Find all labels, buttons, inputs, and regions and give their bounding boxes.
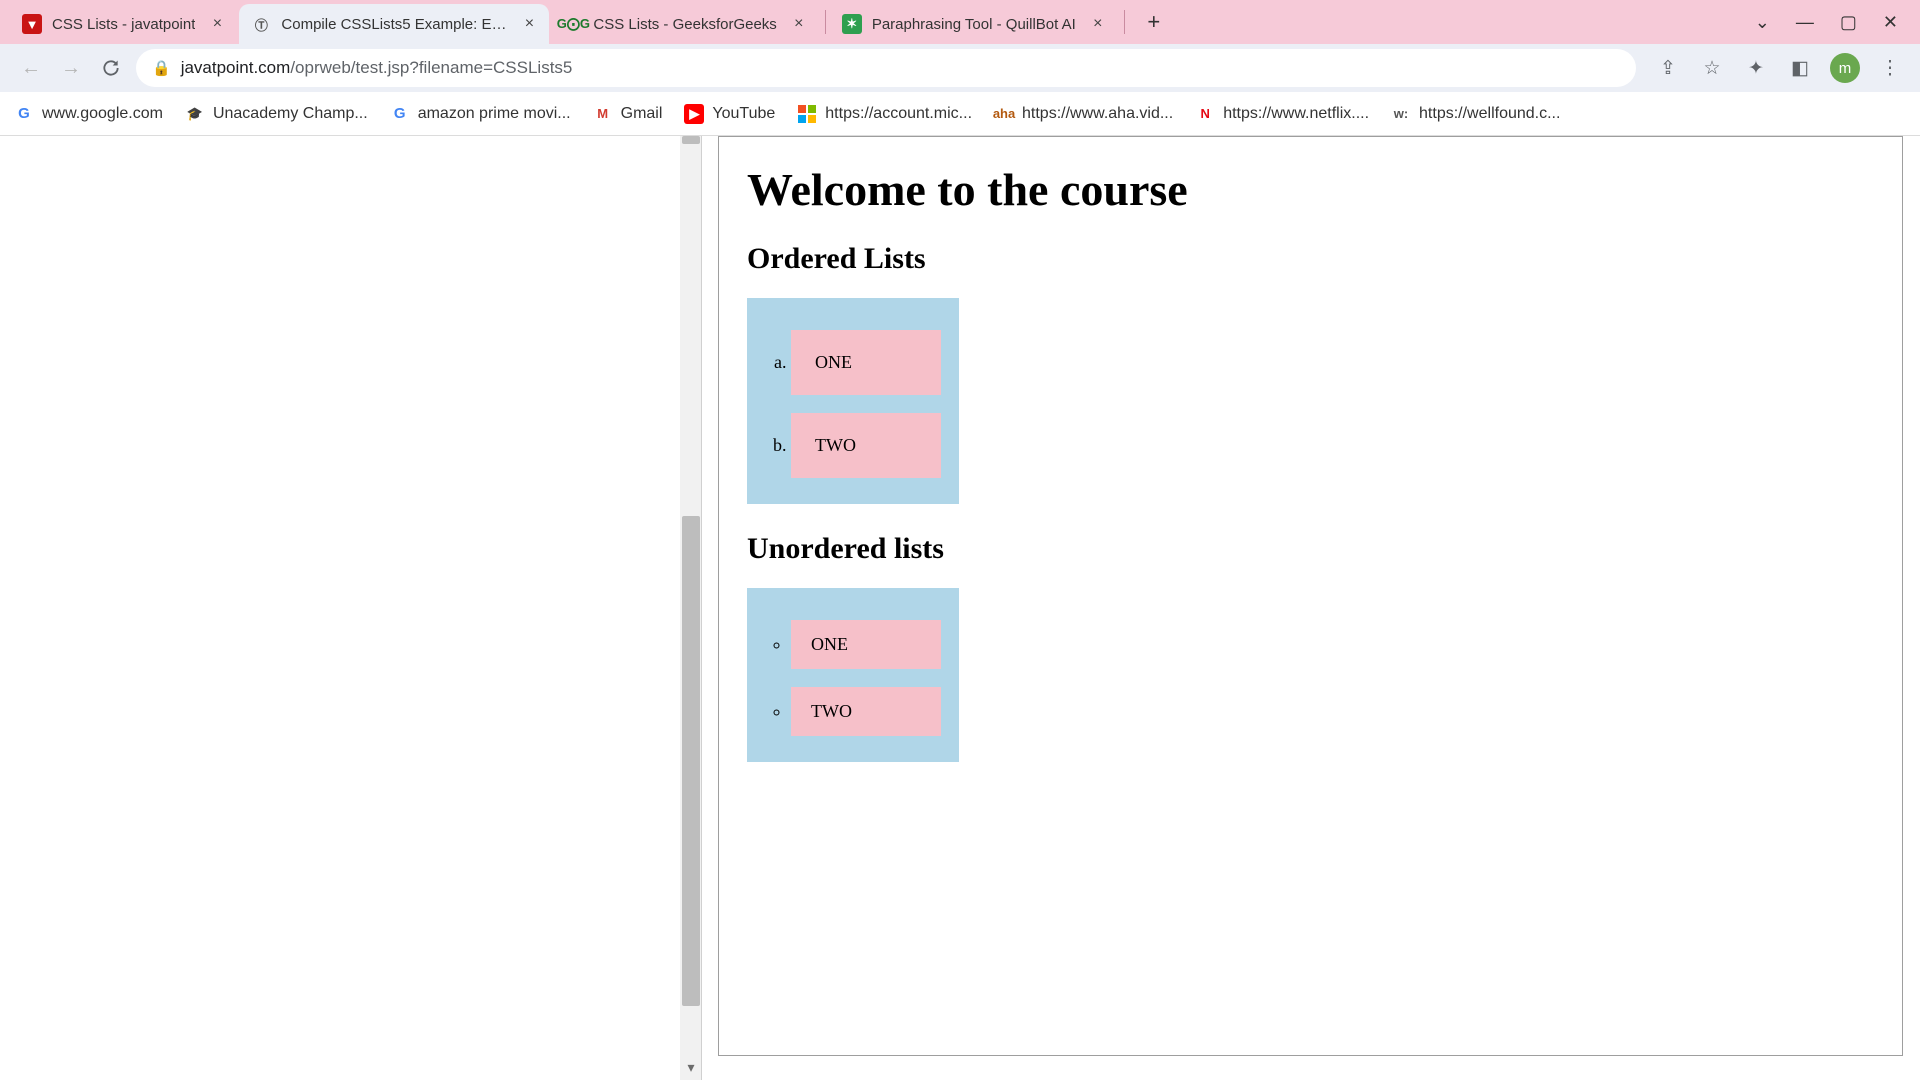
bookmark-microsoft-account[interactable]: https://account.mic... xyxy=(797,104,972,124)
address-bar: ← → 🔒 javatpoint.com/oprweb/test.jsp?fil… xyxy=(0,44,1920,92)
unordered-list-box: ONE TWO xyxy=(747,588,959,762)
bookmark-label: https://account.mic... xyxy=(825,105,972,123)
netflix-icon: N xyxy=(1195,104,1215,124)
wellfound-icon: w: xyxy=(1391,104,1411,124)
tab-title: CSS Lists - javatpoint xyxy=(52,16,195,33)
close-icon[interactable]: × xyxy=(521,16,537,32)
reload-button[interactable] xyxy=(96,53,126,83)
bookmark-youtube[interactable]: ▶ YouTube xyxy=(684,104,775,124)
extensions-icon[interactable]: ✦ xyxy=(1742,54,1770,82)
unacademy-icon: 🎓 xyxy=(185,104,205,124)
microsoft-icon xyxy=(797,104,817,124)
page-heading: Welcome to the course xyxy=(747,163,1874,216)
minimize-icon[interactable]: ― xyxy=(1796,12,1814,33)
geeksforgeeks-icon: G⨀G xyxy=(563,14,583,34)
quillbot-icon: ✶ xyxy=(842,14,862,34)
tab-css-lists-gfg[interactable]: G⨀G CSS Lists - GeeksforGeeks × xyxy=(551,4,818,44)
window-controls: ⌄ ― ▢ ✕ xyxy=(1733,0,1920,44)
close-icon[interactable]: × xyxy=(209,16,225,32)
bookmark-amazon-prime[interactable]: G amazon prime movi... xyxy=(390,104,571,124)
scroll-down-icon[interactable]: ▾ xyxy=(680,1059,702,1076)
side-panel-icon[interactable]: ◧ xyxy=(1786,54,1814,82)
browser-tab-strip: ▼ CSS Lists - javatpoint × Ⓣ Compile CSS… xyxy=(0,0,1920,44)
ordered-list: ONE TWO xyxy=(765,330,941,478)
bookmark-gmail[interactable]: M Gmail xyxy=(593,104,663,124)
url-path: /oprweb/test.jsp?filename=CSSLists5 xyxy=(290,58,572,77)
profile-avatar[interactable]: m xyxy=(1830,53,1860,83)
bookmark-wellfound[interactable]: w: https://wellfound.c... xyxy=(1391,104,1560,124)
tab-title: CSS Lists - GeeksforGeeks xyxy=(593,16,776,33)
bookmark-label: www.google.com xyxy=(42,105,163,123)
reload-icon xyxy=(101,58,121,78)
tab-separator xyxy=(825,10,826,34)
bookmark-label: YouTube xyxy=(712,105,775,123)
bookmark-label: https://www.aha.vid... xyxy=(1022,105,1173,123)
aha-icon: aha xyxy=(994,104,1014,124)
scroll-marker xyxy=(682,136,700,144)
bookmark-google[interactable]: G www.google.com xyxy=(14,104,163,124)
google-icon: G xyxy=(390,104,410,124)
forward-button[interactable]: → xyxy=(56,53,86,83)
bookmarks-bar: G www.google.com 🎓 Unacademy Champ... G … xyxy=(0,92,1920,136)
list-item: ONE xyxy=(791,330,941,395)
unordered-list: ONE TWO xyxy=(765,620,941,736)
maximize-icon[interactable]: ▢ xyxy=(1840,12,1857,33)
url-input[interactable]: 🔒 javatpoint.com/oprweb/test.jsp?filenam… xyxy=(136,49,1636,87)
list-item: ONE xyxy=(791,620,941,669)
ordered-lists-heading: Ordered Lists xyxy=(747,242,1874,276)
tab-compile-csslists5[interactable]: Ⓣ Compile CSSLists5 Example: Edit… × xyxy=(239,4,549,44)
bookmark-star-icon[interactable]: ☆ xyxy=(1698,54,1726,82)
bookmark-label: https://www.netflix.... xyxy=(1223,105,1369,123)
output-preview-frame: Welcome to the course Ordered Lists ONE … xyxy=(718,136,1903,1056)
editor-scrollbar[interactable]: ▾ xyxy=(680,136,702,1080)
tab-css-lists-javatpoint[interactable]: ▼ CSS Lists - javatpoint × xyxy=(10,4,237,44)
bookmark-label: Unacademy Champ... xyxy=(213,105,368,123)
chevron-down-icon[interactable]: ⌄ xyxy=(1755,12,1770,33)
gmail-icon: M xyxy=(593,104,613,124)
tab-quillbot[interactable]: ✶ Paraphrasing Tool - QuillBot AI × xyxy=(830,4,1118,44)
close-window-icon[interactable]: ✕ xyxy=(1883,12,1898,33)
scrollbar-thumb[interactable] xyxy=(682,516,700,1006)
tab-title: Paraphrasing Tool - QuillBot AI xyxy=(872,16,1076,33)
list-item: TWO xyxy=(791,687,941,736)
kebab-menu-icon[interactable]: ⋮ xyxy=(1876,54,1904,82)
ordered-list-box: ONE TWO xyxy=(747,298,959,504)
bookmark-aha[interactable]: aha https://www.aha.vid... xyxy=(994,104,1173,124)
bookmark-unacademy[interactable]: 🎓 Unacademy Champ... xyxy=(185,104,368,124)
google-icon: G xyxy=(14,104,34,124)
bookmark-netflix[interactable]: N https://www.netflix.... xyxy=(1195,104,1369,124)
bookmark-label: Gmail xyxy=(621,105,663,123)
page-viewport: ▾ Welcome to the course Ordered Lists ON… xyxy=(0,136,1920,1080)
bookmark-label: https://wellfound.c... xyxy=(1419,105,1560,123)
youtube-icon: ▶ xyxy=(684,104,704,124)
bookmark-label: amazon prime movi... xyxy=(418,105,571,123)
tab-separator xyxy=(1124,10,1125,34)
share-icon[interactable]: ⇪ xyxy=(1654,54,1682,82)
lock-icon: 🔒 xyxy=(152,59,171,77)
new-tab-button[interactable]: + xyxy=(1137,5,1171,39)
toolbar-right: ⇪ ☆ ✦ ◧ m ⋮ xyxy=(1654,53,1904,83)
tab-title: Compile CSSLists5 Example: Edit… xyxy=(281,16,507,33)
text-cursor-icon: Ⓣ xyxy=(251,14,271,34)
list-item: TWO xyxy=(791,413,941,478)
back-button[interactable]: ← xyxy=(16,53,46,83)
javatpoint-icon: ▼ xyxy=(22,14,42,34)
url-domain: javatpoint.com xyxy=(181,58,291,77)
close-icon[interactable]: × xyxy=(791,16,807,32)
close-icon[interactable]: × xyxy=(1090,16,1106,32)
unordered-lists-heading: Unordered lists xyxy=(747,532,1874,566)
